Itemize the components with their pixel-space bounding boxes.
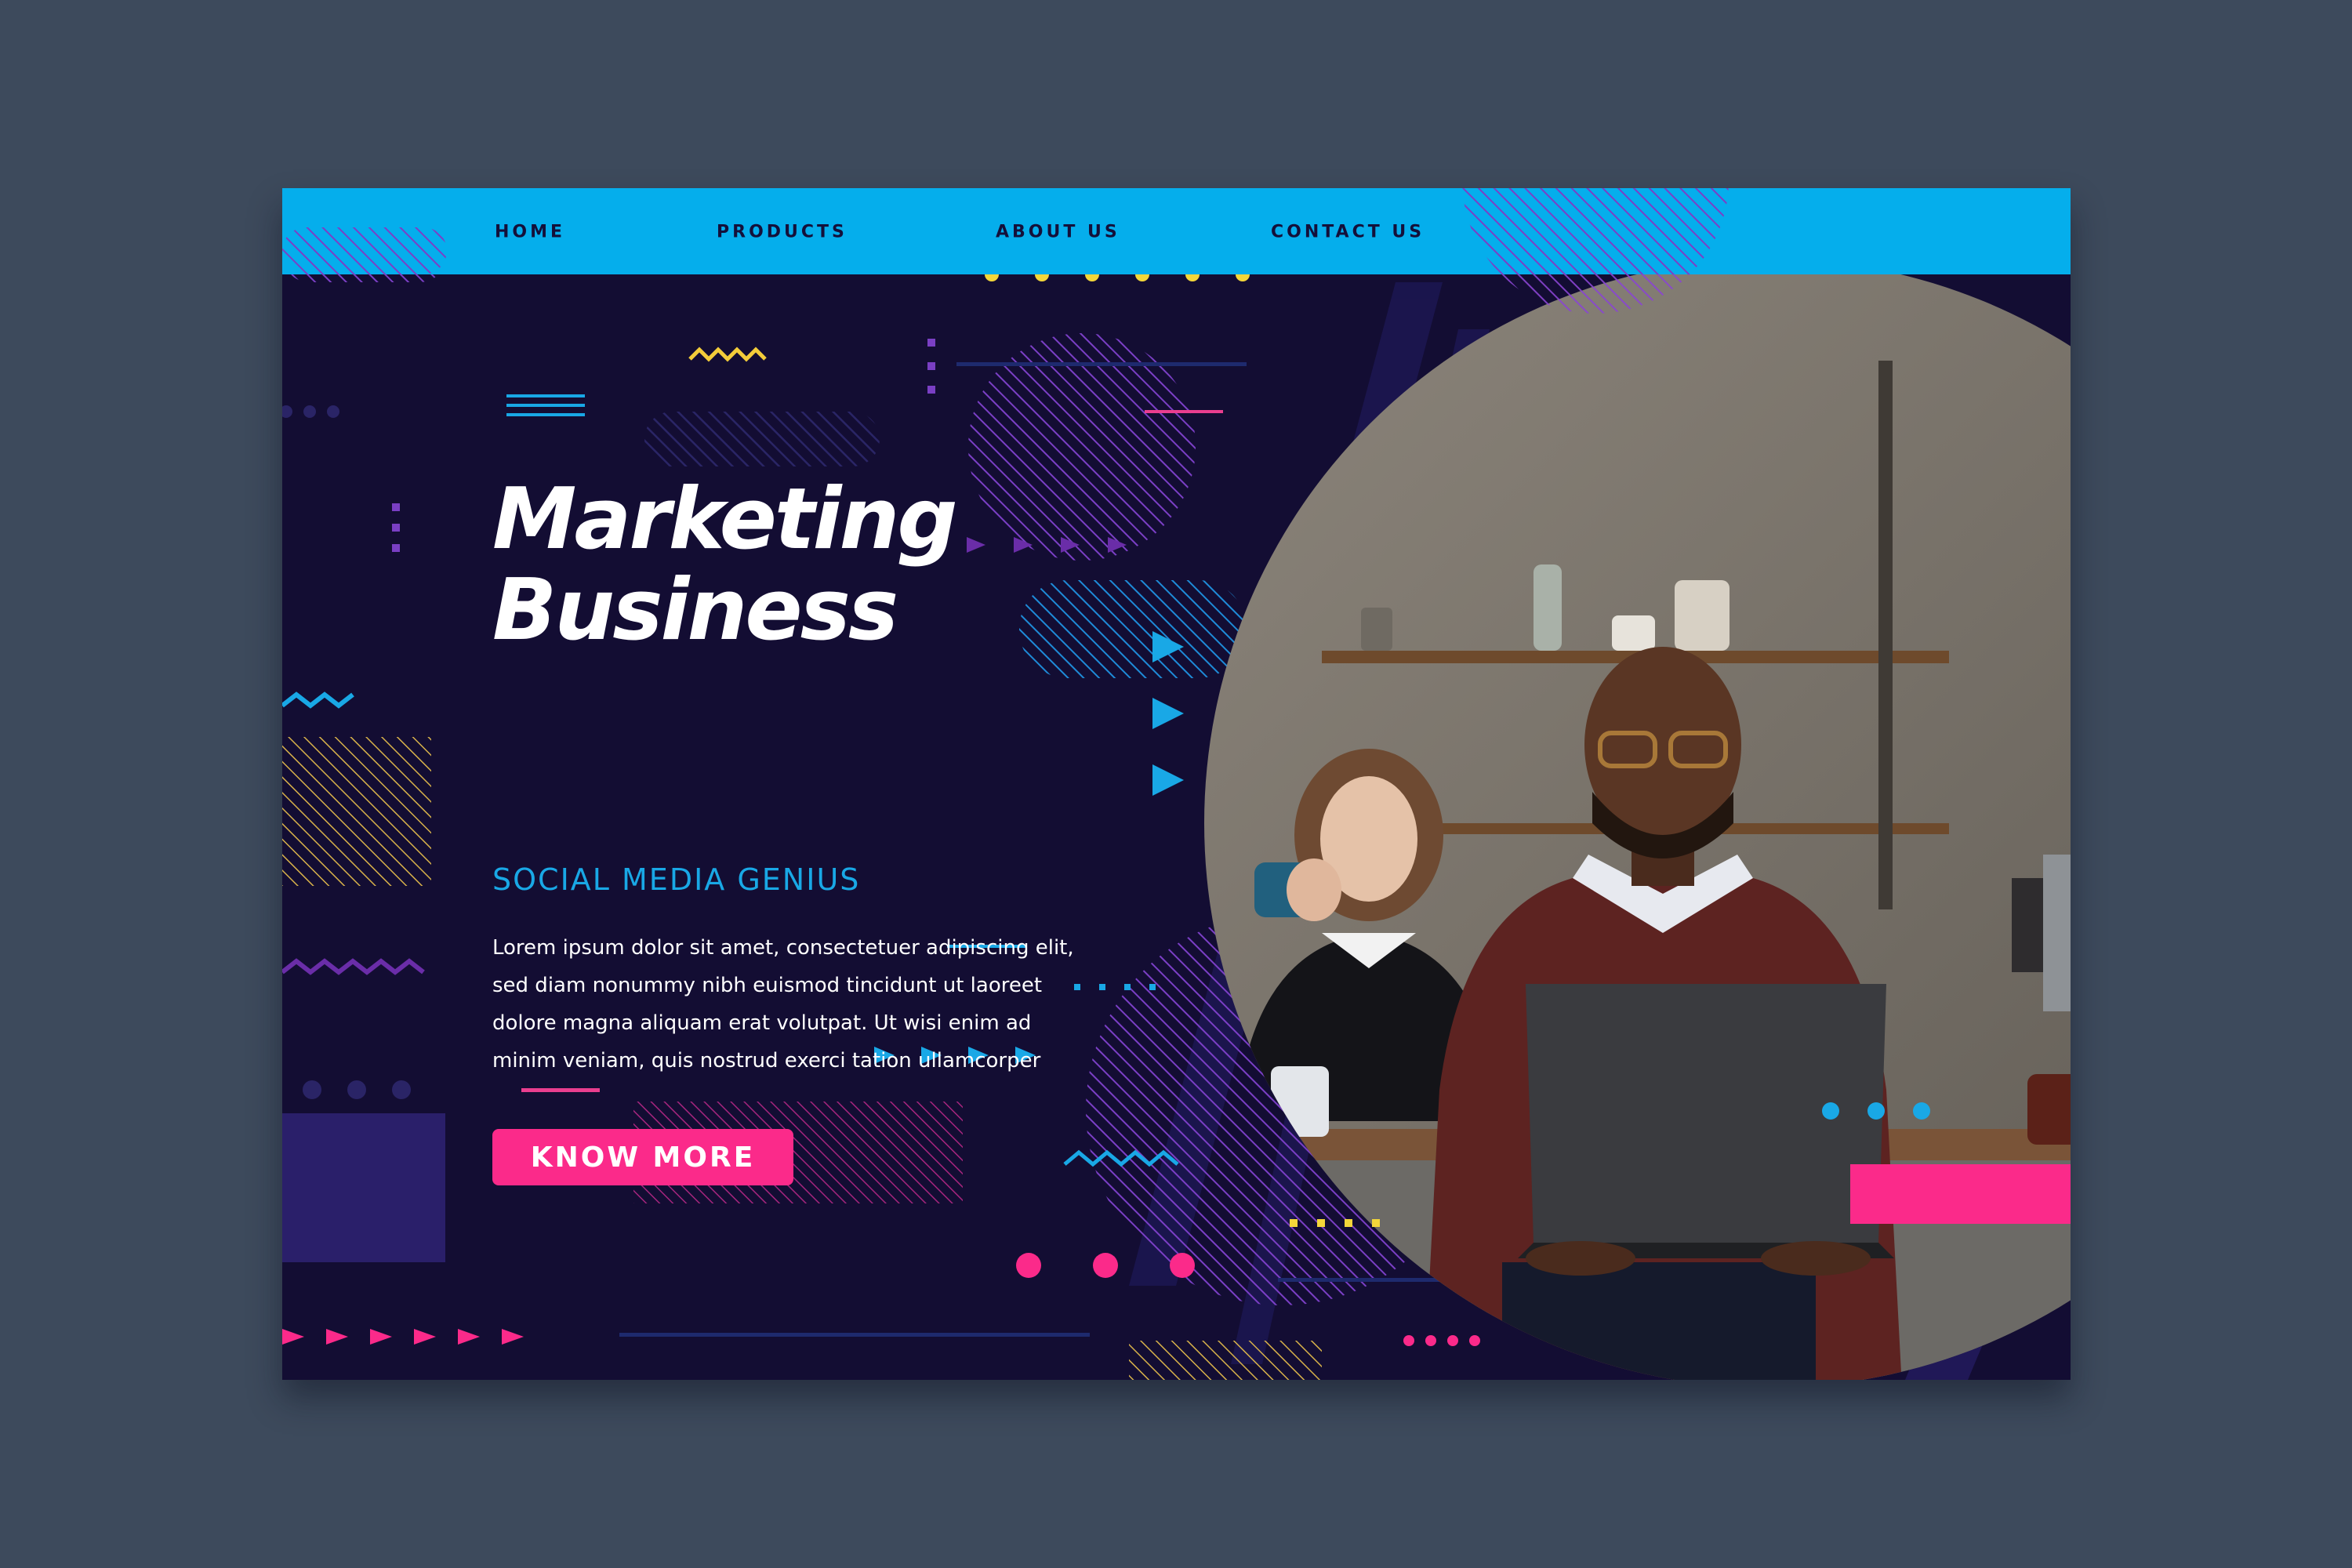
hero-title-line-1: Marketing bbox=[492, 470, 958, 568]
hero-description-line: sed diam nonummy nibh euismod tincidunt … bbox=[492, 974, 1043, 997]
nav-products[interactable]: PRODUCTS bbox=[717, 223, 848, 242]
hero-description-line: minim veniam, quis nostrud exerci tation… bbox=[492, 1049, 1041, 1073]
hero-description-line: Lorem ipsum dolor sit amet, consectetuer… bbox=[492, 936, 1074, 960]
top-navigation: HOME PRODUCTS ABOUT US CONTACT US bbox=[282, 188, 2071, 274]
hero-title-line-2: Business bbox=[492, 561, 898, 659]
know-more-button[interactable]: KNOW MORE bbox=[492, 1129, 793, 1185]
hero-title: Marketing Business bbox=[492, 470, 958, 659]
hero-description: Lorem ipsum dolor sit amet, consectetuer… bbox=[492, 929, 1088, 1080]
nav-about-us[interactable]: ABOUT US bbox=[996, 223, 1120, 242]
nav-home[interactable]: HOME bbox=[495, 223, 565, 242]
landing-page: HOME PRODUCTS ABOUT US CONTACT US Market… bbox=[282, 188, 2071, 1380]
nav-contact-us[interactable]: CONTACT US bbox=[1271, 223, 1425, 242]
hero-description-line: dolore magna aliquam erat volutpat. Ut w… bbox=[492, 1011, 1032, 1035]
hero-subtitle: SOCIAL MEDIA GENIUS bbox=[492, 862, 861, 897]
